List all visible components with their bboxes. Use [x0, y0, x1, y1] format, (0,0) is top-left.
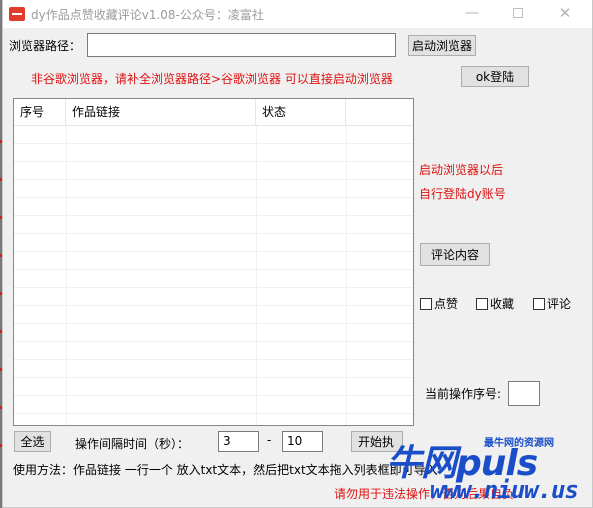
table-row[interactable]	[14, 360, 413, 378]
table-row[interactable]	[14, 198, 413, 216]
login-hint-line1: 启动浏览器以后	[419, 163, 504, 177]
table-row[interactable]	[14, 288, 413, 306]
current-index-field[interactable]	[508, 381, 540, 406]
table-row[interactable]	[14, 306, 413, 324]
current-index-label: 当前操作序号:	[425, 387, 502, 401]
usage-instructions: 使用方法：作品链接 一行一个 放入txt文本，然后把txt文本拖入列表框即可导入	[13, 463, 438, 477]
favorite-label: 收藏	[490, 297, 515, 311]
favorite-checkbox[interactable]: 收藏	[476, 295, 514, 312]
minimize-button[interactable]: —	[449, 0, 495, 28]
maximize-icon	[513, 8, 523, 18]
ok-login-button[interactable]: ok登陆	[461, 66, 529, 87]
select-all-button[interactable]: 全选	[14, 431, 51, 452]
app-icon	[9, 7, 25, 21]
list-header: 序号 作品链接 状态	[14, 99, 413, 126]
comment-checkbox[interactable]: 评论	[533, 295, 571, 312]
favorite-checkbox-box[interactable]	[476, 298, 488, 310]
like-checkbox-box[interactable]	[420, 298, 432, 310]
table-row[interactable]	[14, 216, 413, 234]
table-row[interactable]	[14, 324, 413, 342]
column-divider	[256, 126, 257, 425]
interval-min-input[interactable]: 3	[218, 431, 259, 452]
table-row[interactable]	[14, 144, 413, 162]
like-label: 点赞	[434, 297, 459, 311]
browser-path-input[interactable]	[87, 33, 396, 57]
interval-label: 操作间隔时间（秒）：	[75, 437, 190, 451]
table-row[interactable]	[14, 126, 413, 144]
comment-checkbox-box[interactable]	[533, 298, 545, 310]
browser-path-label: 浏览器路径：	[9, 39, 82, 53]
login-hint-line2: 自行登陆dy账号	[419, 187, 506, 201]
close-button[interactable]: ✕	[542, 0, 588, 28]
works-list[interactable]: 序号 作品链接 状态	[13, 98, 414, 426]
column-divider	[346, 126, 347, 425]
table-row[interactable]	[14, 396, 413, 414]
table-row[interactable]	[14, 270, 413, 288]
table-row[interactable]	[14, 162, 413, 180]
watermark-logo: 牛网puls 最牛网的资源网 www.niuw.us	[386, 432, 591, 504]
table-row[interactable]	[14, 180, 413, 198]
maximize-button[interactable]	[495, 0, 541, 28]
title-bar[interactable]: dy作品点赞收藏评论v1.08-公众号：凌富社 — ✕	[3, 0, 592, 28]
comment-label: 评论	[547, 297, 572, 311]
browser-hint: 非谷歌浏览器，请补全浏览器路径>谷歌浏览器 可以直接启动浏览器	[31, 72, 393, 86]
column-header-status[interactable]: 状态	[256, 99, 346, 126]
column-divider	[66, 126, 67, 425]
list-body	[14, 126, 413, 425]
window-title: dy作品点赞收藏评论v1.08-公众号：凌富社	[31, 8, 264, 22]
app-window: dy作品点赞收藏评论v1.08-公众号：凌富社 — ✕ 浏览器路径： 启动浏览器…	[2, 0, 593, 508]
table-row[interactable]	[14, 378, 413, 396]
column-header-index[interactable]: 序号	[14, 99, 66, 126]
interval-dash: -	[267, 433, 272, 447]
watermark-tagline: 最牛网的资源网	[484, 438, 554, 449]
launch-browser-button[interactable]: 启动浏览器	[408, 35, 476, 56]
like-checkbox[interactable]: 点赞	[420, 295, 458, 312]
interval-max-input[interactable]: 10	[282, 431, 323, 452]
column-header-link[interactable]: 作品链接	[66, 99, 256, 126]
table-row[interactable]	[14, 234, 413, 252]
watermark-url: www.niuw.us	[430, 476, 579, 504]
comment-content-button[interactable]: 评论内容	[420, 243, 490, 266]
table-row[interactable]	[14, 342, 413, 360]
table-row[interactable]	[14, 252, 413, 270]
